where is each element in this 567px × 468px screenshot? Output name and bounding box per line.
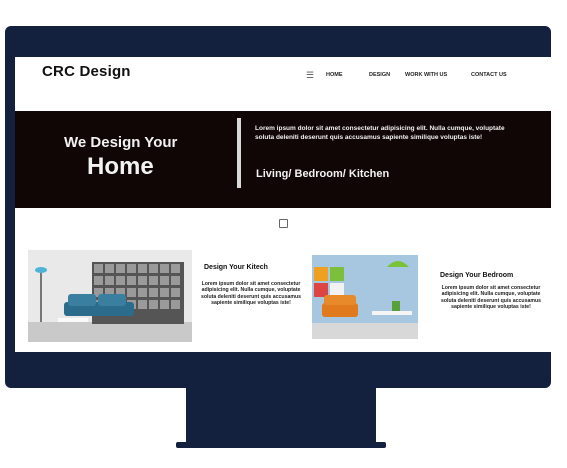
monitor-screen: CRC Design ☰ HOME DESIGN WORK WITH US CO… <box>15 57 551 352</box>
hero-heading-line1: We Design Your <box>64 134 178 151</box>
living-room-illustration <box>28 250 192 342</box>
card-title-bedroom: Design Your Bedroom <box>440 272 514 279</box>
card-title-kitchen: Design Your Kitech <box>204 264 268 271</box>
hero-divider <box>237 118 241 188</box>
nav-link-design[interactable]: DESIGN <box>369 72 390 78</box>
site-logo[interactable]: CRC Design <box>42 63 131 80</box>
bedroom-illustration <box>312 255 418 339</box>
nav-link-contact-us[interactable]: CONTACT US <box>471 72 507 78</box>
hamburger-menu-icon[interactable]: ☰ <box>306 70 314 81</box>
site-navbar: CRC Design ☰ HOME DESIGN WORK WITH US CO… <box>15 57 551 105</box>
monitor-stand <box>186 388 376 444</box>
living-room-image <box>28 250 192 342</box>
nav-link-work-with-us[interactable]: WORK WITH US <box>405 72 447 78</box>
card-text-bedroom: Lorem ipsum dolor sit amet consectetur a… <box>440 285 542 311</box>
hero-banner: We Design Your Home Lorem ipsum dolor si… <box>15 111 551 208</box>
nav-link-home[interactable]: HOME <box>326 72 343 78</box>
monitor-stand-base <box>176 442 386 448</box>
image-placeholder-icon <box>279 219 288 228</box>
card-text-kitchen: Lorem ipsum dolor sit amet consectetur a… <box>200 281 302 307</box>
bedroom-image <box>312 255 418 339</box>
hero-description: Lorem ipsum dolor sit amet consectetur a… <box>255 125 505 141</box>
hero-heading-line2: Home <box>87 153 154 180</box>
hero-subheading: Living/ Bedroom/ Kitchen <box>256 168 390 180</box>
